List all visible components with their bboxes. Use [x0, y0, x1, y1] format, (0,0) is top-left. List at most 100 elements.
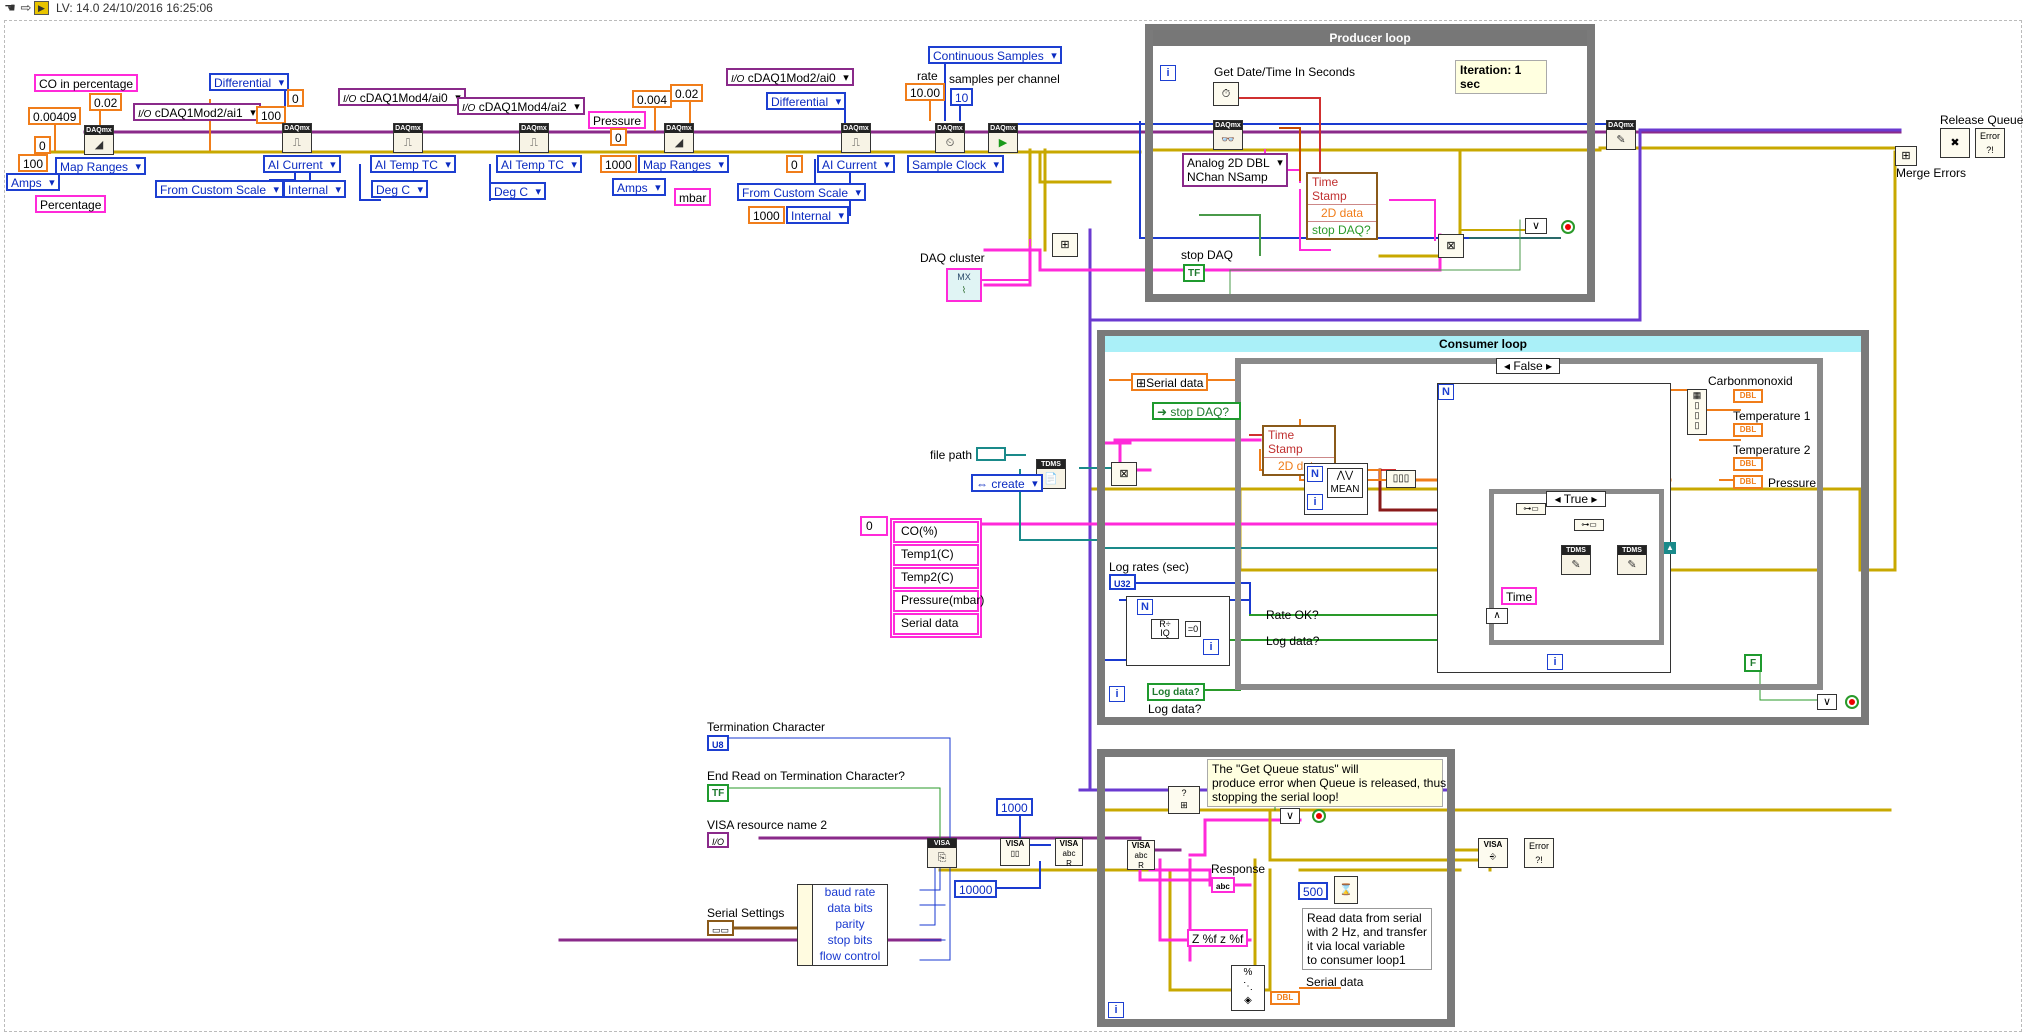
tdms-write-1[interactable]: TDMS ✎: [1561, 545, 1591, 575]
serial-stop-terminal[interactable]: [1312, 809, 1326, 823]
serial-data-local-var[interactable]: ⊞Serial data: [1131, 373, 1209, 391]
amps-ring-2[interactable]: Amps: [612, 178, 666, 196]
format-string-const[interactable]: Z %f z %f: [1187, 929, 1249, 947]
error-handler-icon[interactable]: Error?!: [1975, 128, 2005, 158]
visa-close-vi[interactable]: VISA ⎆: [1478, 838, 1508, 868]
get-queue-status-icon[interactable]: ? ⊞: [1168, 786, 1200, 814]
serial-settings-control[interactable]: ▭▭: [707, 920, 735, 936]
mean-icon[interactable]: ⋀⋁ MEAN: [1327, 468, 1363, 498]
stop-daq-field[interactable]: ➜ stop DAQ?: [1152, 402, 1242, 420]
scale-max-const[interactable]: 0.02: [89, 93, 123, 111]
end-read-control[interactable]: TF: [707, 784, 730, 802]
map-ranges-ring-1[interactable]: Map Ranges: [55, 157, 147, 175]
outer-case-selector[interactable]: ◂ False ▸: [1496, 358, 1560, 374]
channel-mod4-ai2[interactable]: I/O cDAQ1Mod4/ai2: [457, 97, 585, 115]
tdms-write-2[interactable]: TDMS ✎: [1617, 545, 1647, 575]
differential-ring-2[interactable]: Differential: [766, 92, 847, 110]
zero-const-2[interactable]: 0: [610, 128, 627, 146]
scale-min-const[interactable]: 0.00409: [28, 107, 82, 125]
co-percentage-const[interactable]: CO in percentage: [34, 74, 139, 92]
scale-0004-const[interactable]: 0.004: [632, 90, 673, 108]
producer-bundle[interactable]: Time Stamp 2D data stop DAQ?: [1306, 172, 1378, 240]
stop-daq-button[interactable]: TF: [1183, 264, 1206, 282]
channel-mod2-ai0[interactable]: I/O cDAQ1Mod2/ai0: [726, 68, 854, 86]
termination-char-control[interactable]: U8: [707, 735, 729, 751]
internal-ring-1[interactable]: Internal: [283, 180, 347, 198]
channel-mod2-ai1[interactable]: I/O cDAQ1Mod2/ai1: [133, 103, 261, 121]
hundred-const[interactable]: 100: [256, 106, 287, 124]
deg-c-ring-2[interactable]: Deg C: [489, 182, 547, 200]
array-index-display[interactable]: 0: [860, 516, 888, 536]
map-ranges-ring-2[interactable]: Map Ranges: [638, 155, 730, 173]
obtain-queue-icon[interactable]: ⊞: [1052, 233, 1078, 257]
visa-write-vi[interactable]: VISA abc R: [1055, 838, 1083, 868]
timeout-1000-const[interactable]: 1000: [996, 798, 1033, 816]
continuous-samples-ring[interactable]: Continuous Samples: [928, 46, 1062, 64]
index-array-icon[interactable]: ▦ ▯ ▯ ▯: [1687, 389, 1707, 435]
ai-temp-tc-ring-1[interactable]: AI Temp TC: [370, 155, 456, 173]
visa-configure-serial-vi[interactable]: VISA ⎘: [927, 838, 957, 868]
internal-ring-2[interactable]: Internal: [786, 206, 850, 224]
max-const[interactable]: 100: [18, 154, 49, 172]
iteration-comment: Iteration: 1 sec: [1455, 60, 1547, 94]
zero-const-3[interactable]: 0: [786, 155, 803, 173]
create-ring[interactable]: ⇔ create: [971, 474, 1043, 492]
thousand-const-2[interactable]: 1000: [748, 206, 785, 224]
daq-stop-task-vi[interactable]: DAQmx ✎: [1606, 120, 1636, 150]
from-custom-scale-ring-2[interactable]: From Custom Scale: [737, 183, 867, 201]
visa-name-control[interactable]: I/O: [707, 832, 730, 848]
pressure-name-const[interactable]: Pressure: [588, 111, 647, 129]
daq-create-channel-3[interactable]: DAQmx ⎍: [393, 123, 423, 153]
read-mode-ring[interactable]: Analog 2D DBL NChan NSamp: [1182, 153, 1288, 187]
daq-create-channel-5[interactable]: DAQmx ◢: [664, 123, 694, 153]
thousand-const-1[interactable]: 1000: [600, 155, 637, 173]
mbar-const[interactable]: mbar: [674, 188, 712, 206]
scale-002-const[interactable]: 0.02: [670, 84, 704, 102]
serial-error-handler-icon[interactable]: Error?!: [1524, 838, 1554, 868]
log-data-control[interactable]: Log data?: [1147, 683, 1205, 701]
daq-read-vi[interactable]: DAQmx 👓: [1213, 120, 1243, 150]
daq-create-channel-2[interactable]: DAQmx ⎍: [282, 123, 312, 153]
daq-create-channel-6[interactable]: DAQmx ⎍: [841, 123, 871, 153]
consumer-stop-terminal[interactable]: [1845, 695, 1859, 709]
timeout-10000-const[interactable]: 10000: [954, 880, 998, 898]
ai-temp-tc-ring-2[interactable]: AI Temp TC: [496, 155, 582, 173]
from-custom-scale-ring-1[interactable]: From Custom Scale: [155, 180, 285, 198]
rate-const[interactable]: 10.00: [905, 83, 946, 101]
true-case-selector[interactable]: ◂ True ▸: [1546, 491, 1606, 507]
zero-const-1[interactable]: 0: [287, 89, 304, 107]
samples-per-channel-const[interactable]: 10: [950, 88, 974, 106]
min-const[interactable]: 0: [34, 136, 51, 154]
ai-current-ring-1[interactable]: AI Current: [263, 155, 341, 173]
build-array-icon[interactable]: ▯▯▯: [1386, 470, 1416, 488]
daq-cluster-indicator[interactable]: MX ⌇: [946, 268, 982, 302]
daq-timing-vi[interactable]: DAQmx ⏲: [935, 123, 965, 153]
time-const[interactable]: Time: [1501, 587, 1538, 605]
visa-flush-vi[interactable]: VISA ▯▯: [1000, 838, 1030, 866]
channel-names-array[interactable]: CO(%) Temp1(C) Temp2(C) Pressure(mbar) S…: [890, 518, 984, 638]
enqueue-icon[interactable]: ⊠: [1438, 234, 1464, 258]
scan-from-string-icon[interactable]: % ⋱ ◈: [1231, 965, 1265, 1011]
daq-create-channel-4[interactable]: DAQmx ⎍: [519, 123, 549, 153]
differential-ring-1[interactable]: Differential: [209, 73, 290, 91]
release-queue-icon[interactable]: ✖: [1940, 128, 1970, 158]
producer-stop-terminal[interactable]: [1561, 220, 1575, 234]
wait-500-const[interactable]: 500: [1298, 882, 1329, 900]
deg-c-ring-1[interactable]: Deg C: [371, 180, 429, 198]
get-date-time-icon[interactable]: ⏱: [1213, 82, 1239, 106]
sample-clock-ring[interactable]: Sample Clock: [907, 155, 1005, 173]
daq-create-channel-1[interactable]: DAQmx ◢: [84, 125, 114, 155]
visa-read-vi[interactable]: VISA abc R: [1127, 840, 1155, 870]
daq-start-task-vi[interactable]: DAQmx ▶: [988, 123, 1018, 153]
log-rates-control[interactable]: U32: [1109, 574, 1136, 590]
serial-settings-unbundle[interactable]: baud rate data bits parity stop bits flo…: [812, 884, 888, 966]
percentage-const[interactable]: Percentage: [35, 195, 107, 213]
ai-current-ring-2[interactable]: AI Current: [817, 155, 895, 173]
channel-mod4-ai0[interactable]: I/O cDAQ1Mod4/ai0: [338, 88, 466, 106]
dequeue-icon[interactable]: ⊠: [1111, 462, 1137, 486]
amps-unit-ring[interactable]: Amps: [6, 173, 60, 191]
false-bool-const[interactable]: F: [1744, 654, 1763, 672]
merge-errors-icon[interactable]: ⊞: [1895, 146, 1917, 166]
file-path-control[interactable]: [976, 447, 1006, 461]
wait-ms-icon[interactable]: ⌛: [1334, 876, 1358, 904]
